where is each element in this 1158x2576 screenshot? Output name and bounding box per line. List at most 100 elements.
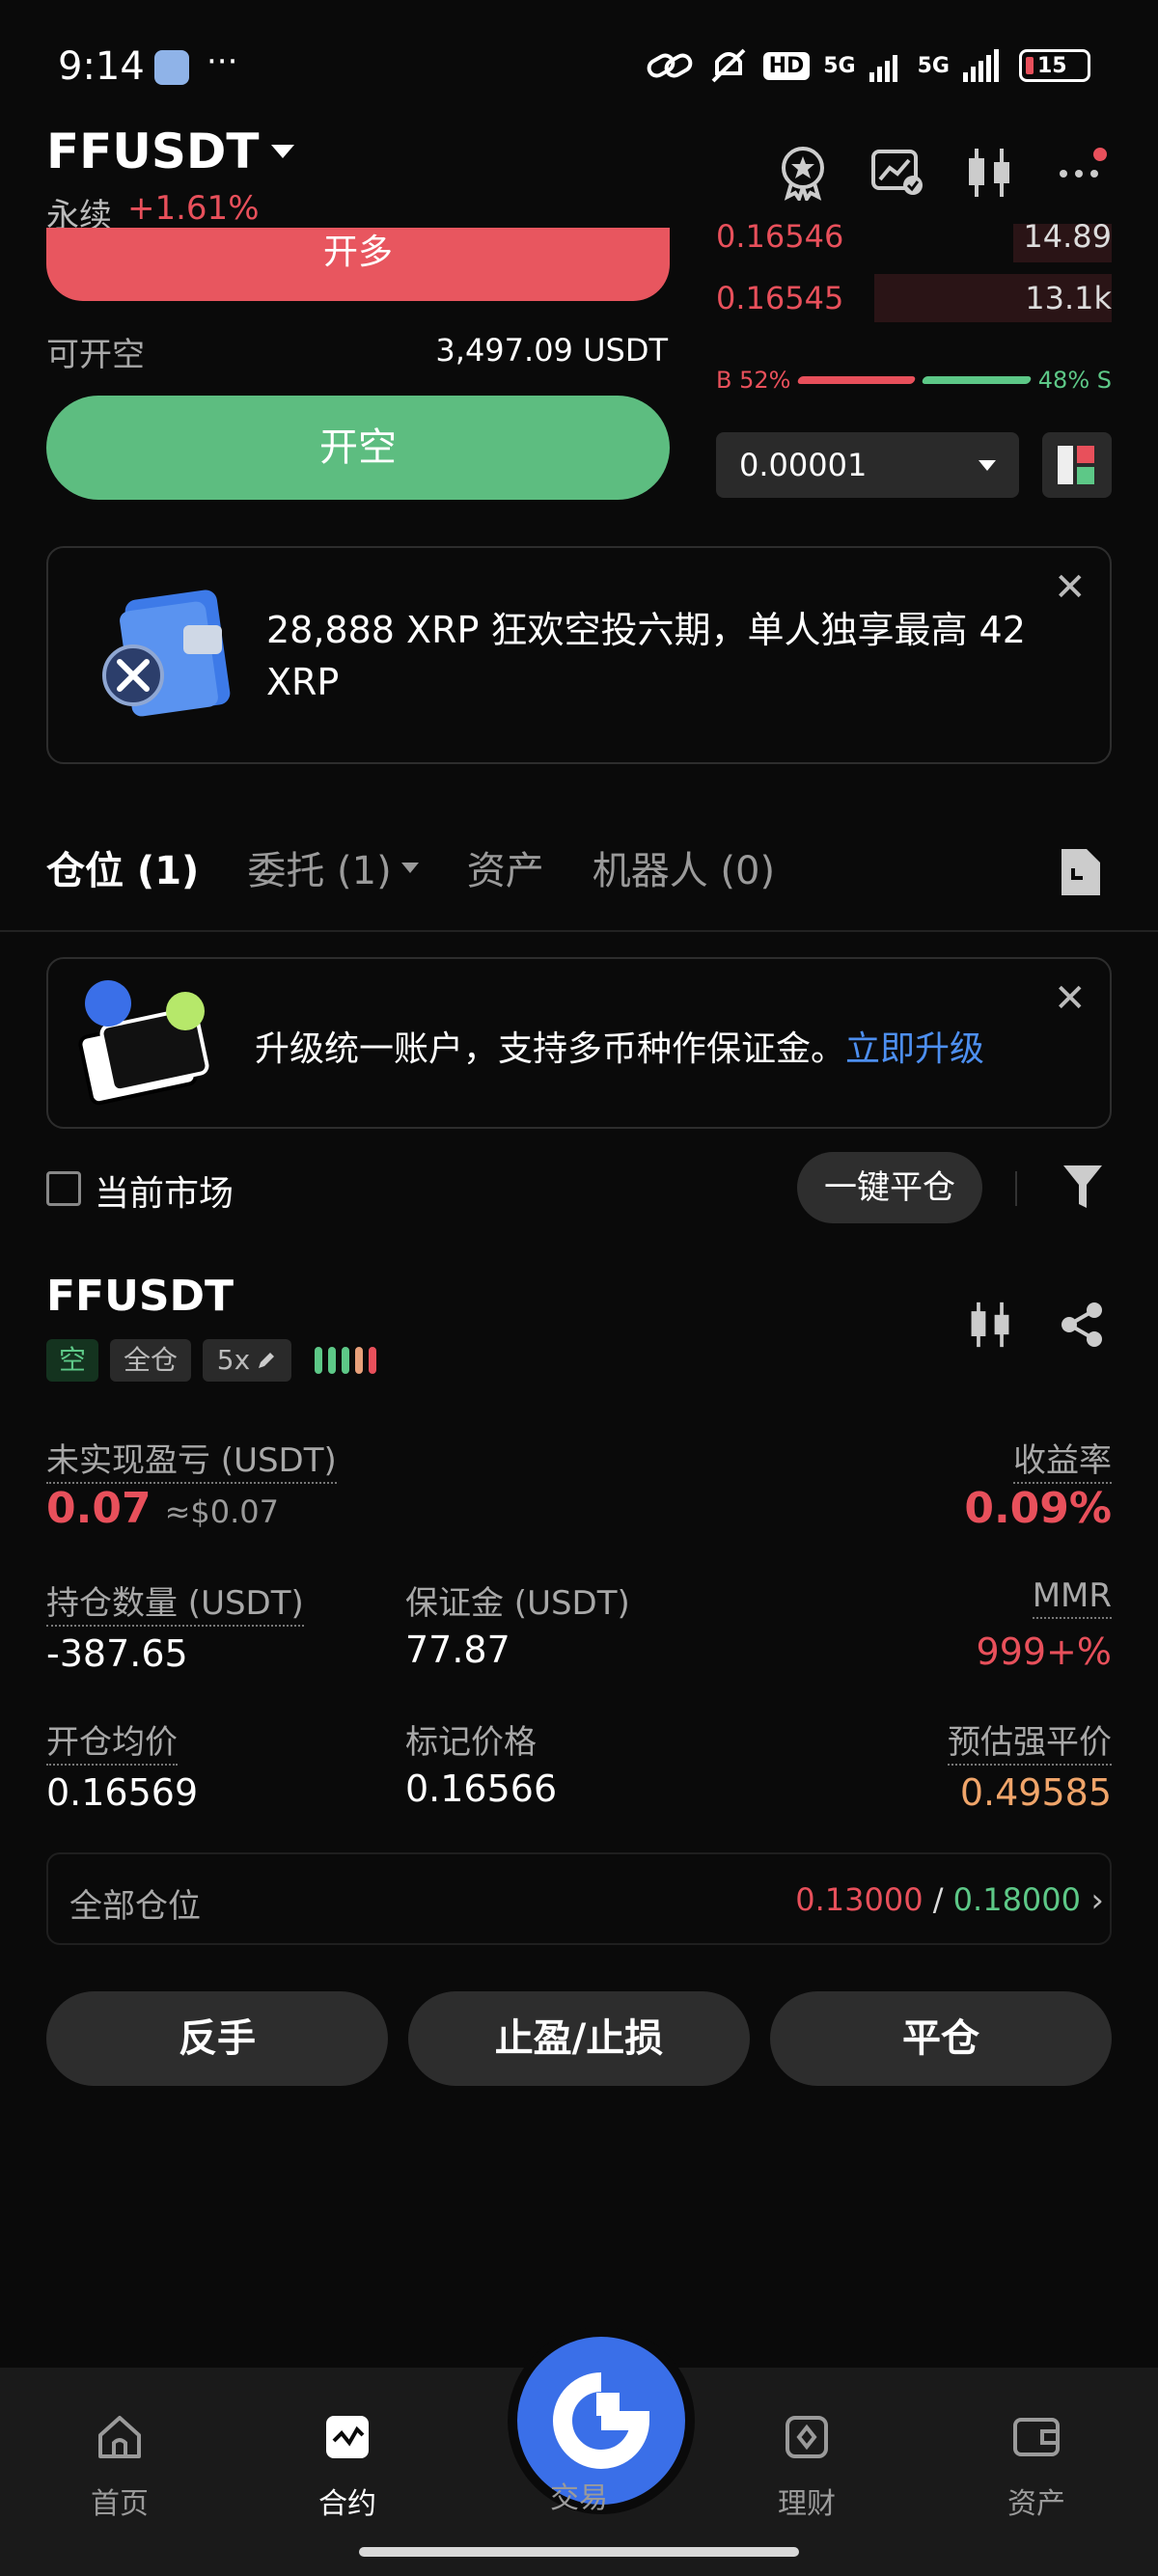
status-time: 9:14 <box>58 44 145 89</box>
layout-icon <box>1058 446 1094 484</box>
ask-qty: 14.89 <box>1023 224 1112 255</box>
notification-app-icon <box>154 50 189 85</box>
entry-price-label: 开仓均价 <box>46 1723 178 1766</box>
orderbook-layout-button[interactable] <box>1042 432 1112 498</box>
close-all-button[interactable]: 一键平仓 <box>797 1152 982 1223</box>
chart-check-icon[interactable] <box>870 149 924 197</box>
available-short-label: 可开空 <box>46 336 145 374</box>
share-icon[interactable] <box>1058 1301 1106 1349</box>
liq-price-label: 预估强平价 <box>948 1723 1112 1766</box>
tab-positions[interactable]: 仓位 (1) <box>46 839 199 895</box>
pair-selector[interactable]: FFUSDT <box>46 123 294 179</box>
all-positions-label: 全部仓位 <box>69 1887 201 1926</box>
chevron-down-icon <box>270 145 294 158</box>
signal-icon-2 <box>963 49 999 82</box>
margin-mode-tag: 全仓 <box>110 1339 191 1382</box>
margin-label: 保证金 (USDT) <box>405 1584 630 1623</box>
tick-size-select[interactable]: 0.00001 <box>716 432 1019 498</box>
sell-ratio-bar <box>921 376 1033 384</box>
unrealized-pnl-label: 未实现盈亏 (USDT) <box>46 1441 337 1484</box>
battery-indicator: 15 <box>1019 49 1090 82</box>
candlestick-icon[interactable] <box>965 147 1013 199</box>
earn-icon <box>786 2416 828 2458</box>
candlestick-icon[interactable] <box>967 1301 1013 1349</box>
open-long-button[interactable]: 开多 <box>46 228 670 301</box>
entry-price-value: 0.16569 <box>46 1771 199 1814</box>
nav-earn[interactable]: 理财 <box>739 2412 874 2522</box>
position-size-value: -387.65 <box>46 1632 188 1675</box>
nav-trade-label: 交易 <box>550 2481 608 2515</box>
badge-icon[interactable] <box>776 143 830 201</box>
nav-futures[interactable]: 合约 <box>280 2412 415 2522</box>
chevron-down-icon <box>400 862 419 873</box>
buy-ratio-bar <box>796 376 917 384</box>
close-icon[interactable]: ✕ <box>1054 565 1087 610</box>
orderbook-row[interactable]: 0.16545 13.1k <box>716 274 1112 322</box>
pair-title: FFUSDT <box>46 123 260 179</box>
leverage-tag[interactable]: 5x <box>203 1339 291 1382</box>
stop-loss-value: 0.18000 <box>952 1881 1081 1918</box>
upgrade-text: 升级统一账户，支持多币种作保证金。立即升级 <box>255 1029 985 1069</box>
chevron-right-icon: › <box>1090 1881 1104 1920</box>
tab-assets[interactable]: 资产 <box>467 839 544 895</box>
unrealized-pnl-value: 0.07 <box>46 1484 152 1533</box>
futures-icon <box>326 2416 369 2458</box>
status-more-dots: ··· <box>207 42 238 81</box>
tpsl-button[interactable]: 止盈/止损 <box>408 1991 750 2086</box>
side-tag: 空 <box>46 1339 98 1382</box>
filter-icon[interactable] <box>1060 1162 1106 1212</box>
promo-text: 28,888 XRP 狂欢空投六期，单人独享最高 42 XRP <box>266 609 1026 703</box>
slash-separator: / <box>932 1881 944 1918</box>
edit-icon <box>259 1353 275 1368</box>
hd-badge: HD <box>762 51 811 80</box>
reverse-button[interactable]: 反手 <box>46 1991 388 2086</box>
orderbook-row[interactable]: 0.16546 14.89 <box>716 224 1112 262</box>
buy-ratio-label: B 52% <box>716 367 791 394</box>
nav-assets[interactable]: 资产 <box>969 2412 1104 2522</box>
network-5g-b: 5G <box>917 53 950 78</box>
chevron-down-icon <box>979 459 996 471</box>
liq-price-value: 0.49585 <box>959 1771 1112 1814</box>
network-5g-a: 5G <box>823 53 856 78</box>
buy-sell-ratio: B 52% 48% S <box>716 363 1112 397</box>
tab-orders[interactable]: 委托 (1) <box>247 839 419 895</box>
ask-price: 0.16546 <box>716 224 844 255</box>
nav-home[interactable]: 首页 <box>52 2412 187 2522</box>
positions-tabs: 仓位 (1) 委托 (1) 资产 机器人 (0) <box>46 839 775 895</box>
close-position-button[interactable]: 平仓 <box>770 1991 1112 2086</box>
ask-price: 0.16545 <box>716 280 844 316</box>
history-doc-icon[interactable] <box>1058 845 1104 899</box>
unrealized-pnl-usd: ≈$0.07 <box>164 1494 279 1530</box>
roe-value: 0.09% <box>964 1484 1112 1533</box>
mark-price-label: 标记价格 <box>405 1723 537 1762</box>
sell-ratio-label: 48% S <box>1037 367 1112 394</box>
take-profit-value: 0.13000 <box>795 1881 924 1918</box>
tpsl-values: 0.13000 / 0.18000 <box>795 1881 1081 1918</box>
close-icon[interactable]: ✕ <box>1054 976 1087 1021</box>
roe-label: 收益率 <box>1013 1441 1112 1484</box>
ask-qty: 13.1k <box>1025 280 1112 316</box>
upgrade-wallet-icon <box>78 980 209 1106</box>
divider <box>1015 1171 1017 1206</box>
status-indicators: HD 5G 5G 15 <box>646 46 1090 85</box>
home-icon <box>98 2416 141 2458</box>
position-size-label: 持仓数量 (USDT) <box>46 1584 304 1627</box>
available-short-value: 3,497.09 USDT <box>435 332 668 369</box>
more-icon[interactable] <box>1056 145 1110 199</box>
adl-indicator <box>315 1347 376 1374</box>
mark-price-value: 0.16566 <box>405 1768 558 1810</box>
wallet-icon <box>1013 2418 1060 2456</box>
mmr-label: MMR <box>1032 1576 1112 1619</box>
position-symbol: FFUSDT <box>46 1272 234 1321</box>
margin-value: 77.87 <box>405 1629 510 1671</box>
signal-icon <box>868 55 897 82</box>
home-indicator <box>359 2547 799 2557</box>
open-short-button[interactable]: 开空 <box>46 396 670 500</box>
tab-bots[interactable]: 机器人 (0) <box>593 839 775 895</box>
current-market-checkbox[interactable] <box>46 1171 81 1206</box>
link-icon <box>647 53 692 78</box>
tabs-divider <box>0 930 1158 932</box>
upgrade-now-link[interactable]: 立即升级 <box>845 1029 984 1069</box>
current-market-label: 当前市场 <box>95 1174 234 1214</box>
mmr-value: 999+% <box>976 1631 1112 1673</box>
